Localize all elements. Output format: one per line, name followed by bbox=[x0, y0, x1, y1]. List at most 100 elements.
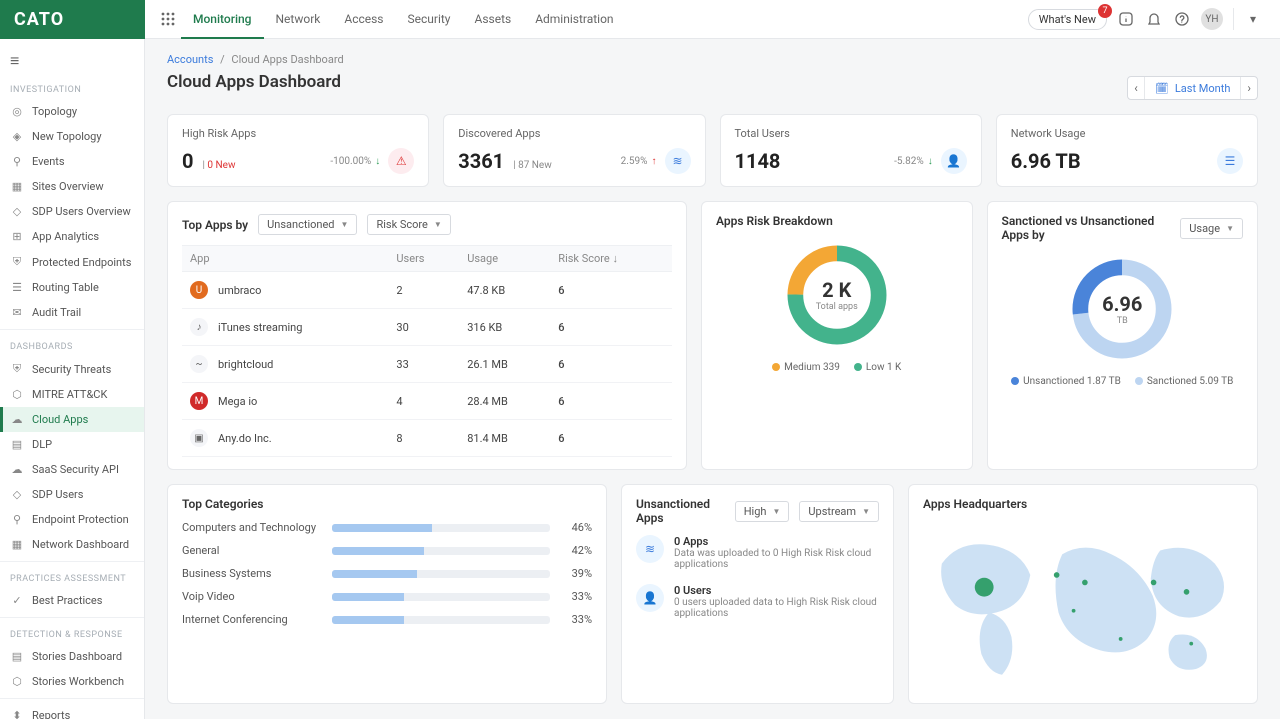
sidebar-icon: ⚲ bbox=[10, 155, 24, 168]
table-header[interactable]: App bbox=[182, 246, 388, 272]
sidebar-item-sdp-users-overview[interactable]: ◇SDP Users Overview bbox=[0, 199, 144, 224]
table-row[interactable]: Uumbraco247.8 KB6 bbox=[182, 272, 672, 309]
date-range-label[interactable]: 🗓 Last Month bbox=[1145, 78, 1241, 99]
sidebar-item-protected-endpoints[interactable]: ⛨Protected Endpoints bbox=[0, 249, 144, 275]
category-row[interactable]: Internet Conferencing33% bbox=[182, 613, 592, 626]
risk-legend: Medium 339Low 1 K bbox=[772, 362, 901, 373]
sidebar-icon: ▦ bbox=[10, 180, 24, 193]
sidebar-item-label: Endpoint Protection bbox=[32, 513, 129, 526]
section-label: INVESTIGATION bbox=[0, 77, 144, 99]
sidebar-item-new-topology[interactable]: ◈New Topology bbox=[0, 124, 144, 149]
sidebar-item-events[interactable]: ⚲Events bbox=[0, 149, 144, 174]
stack-icon[interactable]: ≋ bbox=[665, 148, 691, 174]
sidebar-icon: ⊞ bbox=[10, 230, 24, 243]
sidebar-icon: ✓ bbox=[10, 594, 24, 607]
top-apps-filter2[interactable]: Risk Score▼ bbox=[367, 214, 450, 235]
sidebar-icon: ⬡ bbox=[10, 388, 24, 401]
app-name: Mega io bbox=[218, 395, 257, 408]
sanctioned-card: Sanctioned vs Unsanctioned Apps by Usage… bbox=[987, 201, 1259, 470]
sidebar-icon: ◈ bbox=[10, 130, 24, 143]
unsanctioned-item: ≋0 AppsData was uploaded to 0 High Risk … bbox=[636, 535, 879, 570]
hq-title: Apps Headquarters bbox=[923, 497, 1027, 511]
help-icon[interactable] bbox=[1173, 10, 1191, 28]
nav-tab-administration[interactable]: Administration bbox=[523, 0, 625, 39]
sidebar-item-label: Cloud Apps bbox=[32, 413, 88, 426]
logo[interactable]: CATO bbox=[0, 0, 145, 39]
table-header[interactable]: Risk Score ↓ bbox=[550, 246, 672, 272]
unsanctioned-filter1[interactable]: High▼ bbox=[735, 501, 790, 522]
sidebar-item-label: Protected Endpoints bbox=[32, 256, 131, 269]
sidebar-item-sdp-users[interactable]: ◇ SDP Users bbox=[0, 482, 144, 507]
user-icon[interactable]: 👤 bbox=[941, 148, 967, 174]
sidebar-icon: ◇ bbox=[10, 488, 24, 501]
app-icon: M bbox=[190, 392, 208, 410]
bell-icon[interactable] bbox=[1145, 10, 1163, 28]
unsanctioned-filter2[interactable]: Upstream▼ bbox=[799, 501, 879, 522]
sidebar-item-label: SaaS Security API bbox=[32, 463, 119, 476]
whats-new-button[interactable]: What's New 7 bbox=[1028, 9, 1107, 30]
warning-icon[interactable]: ⚠ bbox=[388, 148, 414, 174]
sidebar-item-saas-security-api[interactable]: ☁ SaaS Security API bbox=[0, 457, 144, 482]
nav-tab-access[interactable]: Access bbox=[332, 0, 395, 39]
nav-tab-monitoring[interactable]: Monitoring bbox=[181, 0, 264, 39]
sidebar-item-cloud-apps[interactable]: ☁Cloud Apps bbox=[0, 407, 144, 432]
sidebar-item-endpoint-protection[interactable]: ⚲Endpoint Protection bbox=[0, 507, 144, 532]
hamburger-icon[interactable]: ≡ bbox=[0, 45, 144, 77]
sidebar-item-reports[interactable]: ⬍Reports bbox=[0, 703, 144, 719]
account-dropdown-icon[interactable]: ▾ bbox=[1244, 10, 1262, 28]
sidebar-item-audit-trail[interactable]: ✉Audit Trail bbox=[0, 300, 144, 325]
sidebar-item-dlp[interactable]: ▤DLP bbox=[0, 432, 144, 457]
sidebar-item-label: Best Practices bbox=[32, 594, 102, 607]
sanctioned-filter[interactable]: Usage▼ bbox=[1180, 218, 1243, 239]
sidebar-item-stories-workbench[interactable]: ⬡Stories Workbench bbox=[0, 669, 144, 694]
unsanctioned-card: Unsanctioned Apps High▼ Upstream▼ ≋0 App… bbox=[621, 484, 894, 704]
sidebar-item-app-analytics[interactable]: ⊞App Analytics bbox=[0, 224, 144, 249]
sidebar-item-routing-table[interactable]: ☰Routing Table bbox=[0, 275, 144, 300]
category-row[interactable]: General42% bbox=[182, 544, 592, 557]
table-row[interactable]: MMega io428.4 MB6 bbox=[182, 383, 672, 420]
sidebar-icon: ▤ bbox=[10, 650, 24, 663]
date-range-picker[interactable]: ‹ 🗓 Last Month › bbox=[1127, 76, 1258, 100]
table-row[interactable]: ~brightcloud3326.1 MB6 bbox=[182, 346, 672, 383]
sidebar-icon: ☁ bbox=[10, 463, 24, 476]
app-usage: 81.4 MB bbox=[459, 420, 550, 457]
nav-tab-network[interactable]: Network bbox=[264, 0, 333, 39]
table-header[interactable]: Usage bbox=[459, 246, 550, 272]
kpi-value: 3361 bbox=[458, 149, 504, 173]
sidebar-item-label: MITRE ATT&CK bbox=[32, 388, 107, 401]
top-apps-title: Top Apps by bbox=[182, 218, 248, 232]
sidebar-item-best-practices[interactable]: ✓ Best Practices bbox=[0, 588, 144, 613]
nav-tab-assets[interactable]: Assets bbox=[462, 0, 523, 39]
sidebar-item-label: SDP Users bbox=[32, 488, 83, 501]
sidebar-item-network-dashboard[interactable]: ▦Network Dashboard bbox=[0, 532, 144, 557]
sidebar-item-label: Network Dashboard bbox=[32, 538, 129, 551]
app-icon: ▣ bbox=[190, 429, 208, 447]
category-row[interactable]: Voip Video33% bbox=[182, 590, 592, 603]
world-map[interactable] bbox=[923, 521, 1243, 691]
table-row[interactable]: ♪iTunes streaming30316 KB6 bbox=[182, 309, 672, 346]
top-apps-filter1[interactable]: Unsanctioned▼ bbox=[258, 214, 357, 235]
app-name: brightcloud bbox=[218, 358, 273, 371]
date-next-icon[interactable]: › bbox=[1240, 77, 1257, 99]
avatar[interactable]: YH bbox=[1201, 8, 1223, 30]
table-row[interactable]: ▣Any.do Inc.881.4 MB6 bbox=[182, 420, 672, 457]
breadcrumb-parent[interactable]: Accounts bbox=[167, 53, 213, 66]
app-users: 33 bbox=[388, 346, 459, 383]
app-switcher-icon[interactable] bbox=[155, 12, 181, 26]
date-prev-icon[interactable]: ‹ bbox=[1128, 77, 1145, 99]
sidebar-item-label: Sites Overview bbox=[32, 180, 104, 193]
info-icon[interactable] bbox=[1117, 10, 1135, 28]
sidebar-item-topology[interactable]: ◎Topology bbox=[0, 99, 144, 124]
sidebar-item-stories-dashboard[interactable]: ▤Stories Dashboard bbox=[0, 644, 144, 669]
content: Accounts / Cloud Apps Dashboard Cloud Ap… bbox=[145, 39, 1280, 719]
sidebar-item-label: Security Threats bbox=[32, 363, 111, 376]
table-header[interactable]: Users bbox=[388, 246, 459, 272]
list-icon[interactable]: ☰ bbox=[1217, 148, 1243, 174]
sidebar-item-security-threats[interactable]: ⛨Security Threats bbox=[0, 356, 144, 382]
category-row[interactable]: Computers and Technology46% bbox=[182, 521, 592, 534]
app-usage: 28.4 MB bbox=[459, 383, 550, 420]
sidebar-item-sites-overview[interactable]: ▦ Sites Overview bbox=[0, 174, 144, 199]
sidebar-item-mitre-att-ck[interactable]: ⬡ MITRE ATT&CK bbox=[0, 382, 144, 407]
nav-tab-security[interactable]: Security bbox=[396, 0, 463, 39]
category-row[interactable]: Business Systems39% bbox=[182, 567, 592, 580]
